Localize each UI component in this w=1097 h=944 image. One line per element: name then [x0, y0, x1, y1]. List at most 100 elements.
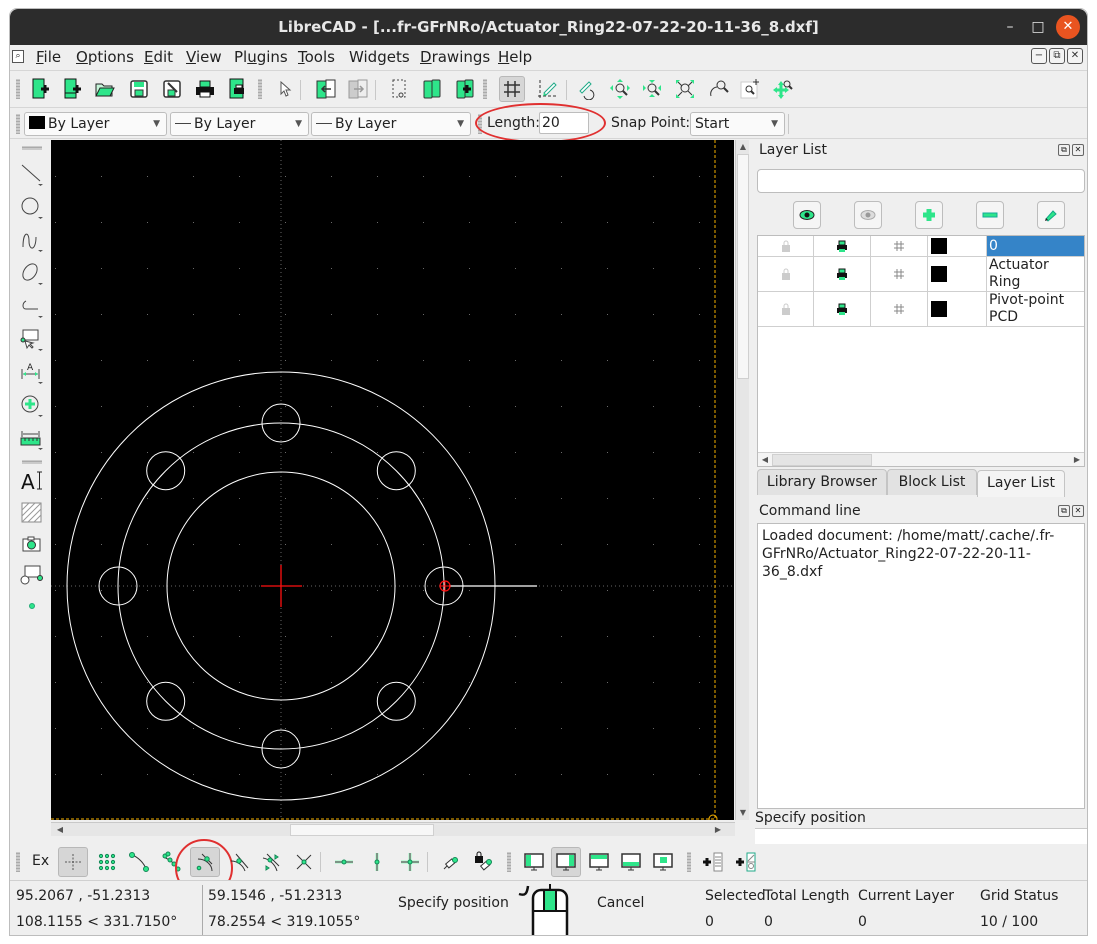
vertical-scroll-thumb[interactable]: [737, 154, 749, 379]
printer-icon[interactable]: [814, 292, 871, 326]
import-block-icon[interactable]: [313, 76, 339, 102]
tab-block-list[interactable]: Block List: [887, 469, 977, 495]
circle-tool-icon[interactable]: [20, 196, 44, 220]
printer-icon[interactable]: [814, 236, 871, 256]
snap-intersection-icon[interactable]: [289, 847, 319, 877]
layer-name[interactable]: Actuator Ring: [987, 257, 1084, 291]
restrict-vertical-icon[interactable]: [362, 847, 392, 877]
add-list-icon[interactable]: [698, 847, 728, 877]
toolbar-grip[interactable]: [22, 146, 42, 150]
add-block-icon[interactable]: [731, 847, 761, 877]
point-tool-icon[interactable]: [20, 594, 44, 618]
color-select[interactable]: By Layer ▼: [24, 112, 167, 136]
menu-edit[interactable]: Edit: [144, 48, 173, 66]
layer-name[interactable]: 0: [987, 236, 1084, 256]
vertical-scrollbar[interactable]: ▲ ▼: [735, 140, 749, 820]
hatch-tool-icon[interactable]: [20, 501, 44, 525]
toolbar-grip[interactable]: [22, 460, 42, 464]
toolbar-grip[interactable]: [16, 852, 20, 872]
close-dock-icon[interactable]: ✕: [1072, 505, 1084, 517]
hide-all-layers-icon[interactable]: [854, 201, 882, 229]
menu-widgets[interactable]: Widgets: [349, 48, 410, 66]
maximize-button[interactable]: □: [1026, 15, 1050, 39]
paste-icon[interactable]: [452, 76, 478, 102]
toolbar-grip[interactable]: [16, 79, 20, 99]
menu-help[interactable]: Help: [498, 48, 532, 66]
scroll-left-icon[interactable]: ◀: [53, 823, 67, 837]
snap-distance-icon[interactable]: [256, 847, 286, 877]
image-tool-icon[interactable]: [20, 532, 44, 556]
snap-grid-icon[interactable]: [92, 847, 122, 877]
scroll-up-icon[interactable]: ▲: [736, 140, 750, 154]
toolbar-grip[interactable]: [507, 852, 511, 872]
restrict-orthogonal-icon[interactable]: [395, 847, 425, 877]
layer-name[interactable]: Pivot-point PCD: [987, 292, 1084, 326]
show-all-layers-icon[interactable]: [793, 201, 821, 229]
drawing-canvas[interactable]: [51, 140, 734, 824]
scroll-right-icon[interactable]: ▶: [711, 823, 725, 837]
zoom-previous-icon[interactable]: [705, 76, 731, 102]
dock-left-icon[interactable]: [519, 847, 549, 877]
lock-icon[interactable]: [758, 292, 814, 326]
grid-toggle-icon[interactable]: [499, 76, 525, 102]
printer-icon[interactable]: [814, 257, 871, 291]
zoom-auto-icon[interactable]: [672, 76, 698, 102]
layer-filter-input[interactable]: [757, 169, 1085, 193]
snap-endpoint-icon[interactable]: [124, 847, 154, 877]
line-tool-icon[interactable]: [20, 163, 44, 187]
layer-table-hscrollbar[interactable]: ◀ ▶: [758, 452, 1084, 466]
snap-free-icon[interactable]: [58, 847, 88, 877]
layer-table-scroll-thumb[interactable]: [772, 454, 872, 466]
snap-on-entity-icon[interactable]: [156, 847, 186, 877]
copy-icon[interactable]: [419, 76, 445, 102]
snap-middle-icon[interactable]: [224, 847, 254, 877]
tab-layer-list[interactable]: Layer List: [977, 470, 1065, 497]
restore-child-icon[interactable]: ⧉: [1049, 48, 1065, 64]
draft-mode-icon[interactable]: [534, 76, 560, 102]
spline-tool-icon[interactable]: [20, 229, 44, 253]
edit-layer-icon[interactable]: [1037, 201, 1065, 229]
export-block-icon[interactable]: [345, 76, 371, 102]
remove-layer-icon[interactable]: [976, 201, 1004, 229]
print-icon[interactable]: [192, 76, 218, 102]
construction-icon[interactable]: [871, 236, 928, 256]
open-folder-icon[interactable]: [92, 76, 118, 102]
minimize-child-icon[interactable]: −: [1031, 48, 1047, 64]
menu-view[interactable]: View: [186, 48, 222, 66]
float-dock-icon[interactable]: ⧉: [1058, 505, 1070, 517]
menu-options[interactable]: Options: [76, 48, 134, 66]
toolbar-grip[interactable]: [687, 852, 691, 872]
horizontal-scroll-thumb[interactable]: [290, 824, 434, 836]
dock-right-icon[interactable]: [551, 847, 581, 877]
layer-row[interactable]: 0: [758, 236, 1084, 257]
horizontal-scrollbar[interactable]: ◀ ▶: [51, 822, 735, 836]
layer-row[interactable]: Actuator Ring: [758, 257, 1084, 292]
save-as-icon[interactable]: [159, 76, 185, 102]
zoom-pan-icon[interactable]: [770, 76, 796, 102]
exclusive-snap-toggle[interactable]: Ex: [32, 853, 49, 869]
measure-tool-icon[interactable]: [20, 427, 44, 451]
layer-color-swatch[interactable]: [928, 292, 987, 326]
relative-zero-icon[interactable]: [437, 847, 467, 877]
app-icon[interactable]: ⌕: [12, 50, 24, 63]
zoom-out-icon[interactable]: [639, 76, 665, 102]
lock-relative-zero-icon[interactable]: [469, 847, 499, 877]
linetype-select[interactable]: By Layer ▼: [170, 112, 309, 136]
add-layer-icon[interactable]: [915, 201, 943, 229]
construction-icon[interactable]: [871, 257, 928, 291]
menu-drawings[interactable]: Drawings: [420, 48, 490, 66]
polyline-tool-icon[interactable]: [20, 295, 44, 319]
lock-icon[interactable]: [758, 236, 814, 256]
scroll-down-icon[interactable]: ▼: [736, 806, 750, 820]
minimize-button[interactable]: –: [998, 15, 1022, 39]
zoom-window-icon[interactable]: [737, 76, 763, 102]
layer-color-swatch[interactable]: [928, 257, 987, 291]
ellipse-tool-icon[interactable]: [20, 262, 44, 286]
modify-tool-icon[interactable]: [20, 394, 44, 418]
layer-color-swatch[interactable]: [928, 236, 987, 256]
new-from-template-icon[interactable]: [59, 76, 85, 102]
select-pointer-icon[interactable]: [272, 76, 298, 102]
menu-plugins[interactable]: Plugins: [234, 48, 288, 66]
float-dock-icon[interactable]: ⧉: [1058, 144, 1070, 156]
new-document-icon[interactable]: [27, 76, 53, 102]
